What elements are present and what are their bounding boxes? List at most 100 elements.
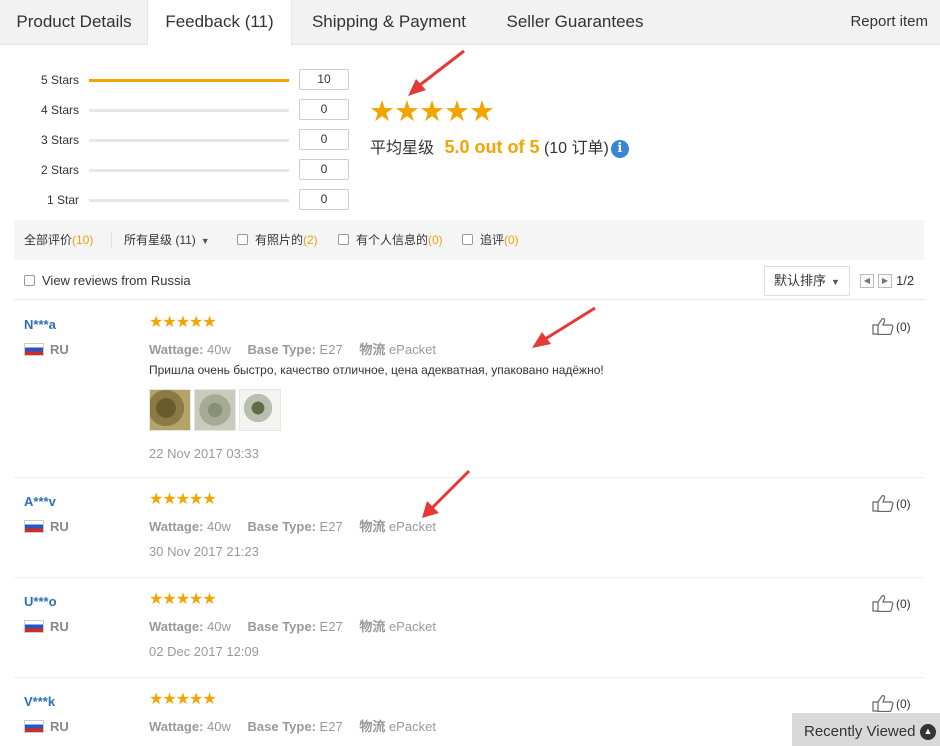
review-text: Пришла очень быстро, качество отличное, … [149, 363, 604, 377]
russia-label: View reviews from Russia [42, 273, 191, 288]
divider [111, 232, 112, 248]
attr-value: E27 [319, 519, 343, 534]
prev-page-button[interactable]: ◀ [860, 274, 874, 288]
reviewer-name[interactable]: V***k [24, 694, 55, 709]
helpful-count: (0) [896, 597, 911, 611]
next-page-button[interactable]: ▶ [878, 274, 892, 288]
attr-label: Base Type: [247, 342, 316, 357]
sort-dropdown[interactable]: 默认排序 ▼ [764, 266, 850, 296]
review-photo[interactable] [239, 389, 281, 431]
attr-value: E27 [319, 719, 343, 734]
histogram-count: 0 [299, 159, 349, 180]
filter-followup-count: (0) [504, 233, 519, 247]
average-rating: 平均星级 5.0 out of 5 (10 订单) i [370, 136, 629, 160]
attr-label: Base Type: [247, 619, 316, 634]
filter-followup-label: 追评 [480, 233, 505, 247]
filter-all-label: 全部评价 [24, 233, 73, 247]
review-photos [149, 389, 284, 431]
tab-seller-guarantees[interactable]: Seller Guarantees [485, 0, 665, 45]
reviewer-country: RU [24, 620, 69, 634]
average-stars: ★★★★★ [369, 96, 495, 128]
attr-label: 物流 [359, 342, 386, 357]
country-code: RU [50, 719, 69, 734]
histogram-bar [89, 199, 289, 202]
filter-photos-count: (2) [303, 233, 318, 247]
helpful-button[interactable]: (0) [872, 594, 911, 612]
country-code: RU [50, 519, 69, 534]
attr-value: ePacket [388, 719, 436, 734]
checkbox[interactable] [462, 234, 473, 245]
filter-star-dropdown[interactable]: 所有星级 (11) ▼ [124, 220, 210, 261]
histogram-bar [89, 169, 289, 172]
reviewer-country: RU [24, 520, 69, 534]
filter-with-photos[interactable]: 有照片的(2) [237, 220, 318, 260]
review-photo[interactable] [149, 389, 191, 431]
review-date: 22 Nov 2017 03:33 [149, 446, 259, 461]
attr-label: 物流 [359, 719, 386, 734]
recently-viewed-panel[interactable]: Recently Viewed ▲ [792, 713, 940, 746]
tab-product-details[interactable]: Product Details [0, 0, 148, 45]
filter-followup[interactable]: 追评(0) [462, 220, 519, 260]
order-count: (10 订单) [543, 140, 609, 157]
checkbox[interactable] [338, 234, 349, 245]
checkbox[interactable] [237, 234, 248, 245]
reviewer-name[interactable]: N***a [24, 317, 56, 332]
review-item: N***a RU ★★★★★ Wattage: 40w Base Type: E… [14, 301, 924, 478]
review-photo[interactable] [194, 389, 236, 431]
helpful-count: (0) [896, 320, 911, 334]
helpful-count: (0) [896, 497, 911, 511]
filter-personal-info[interactable]: 有个人信息的(0) [338, 220, 443, 260]
attr-value: 40w [207, 519, 231, 534]
attr-value: ePacket [388, 619, 436, 634]
filter-all-count: (10) [72, 233, 94, 247]
helpful-button[interactable]: (0) [872, 694, 911, 712]
thumbs-up-icon [872, 595, 894, 612]
attr-value: ePacket [388, 519, 436, 534]
russia-flag-icon [24, 620, 44, 633]
tab-shipping-payment[interactable]: Shipping & Payment [293, 0, 485, 45]
thumbs-up-icon [872, 495, 894, 512]
info-icon[interactable]: i [610, 140, 629, 158]
country-code: RU [50, 619, 69, 634]
attr-value: E27 [319, 342, 343, 357]
review-attributes: Wattage: 40w Base Type: E27 物流 ePacket [149, 616, 449, 635]
checkbox[interactable] [24, 275, 35, 286]
histogram-label: 1 Star [46, 193, 79, 207]
reviewer-name[interactable]: A***v [24, 494, 56, 509]
histogram-bar [89, 139, 289, 142]
chevron-up-icon[interactable]: ▲ [920, 724, 936, 740]
review-item: V***k RU ★★★★★ Wattage: 40w Base Type: E… [14, 678, 924, 746]
histogram-bar [89, 79, 289, 82]
average-label: 平均星级 [370, 140, 435, 157]
histogram-count: 0 [299, 129, 349, 150]
filter-personal-count: (0) [428, 233, 443, 247]
review-stars: ★★★★★ [149, 591, 217, 608]
review-item: U***o RU ★★★★★ Wattage: 40w Base Type: E… [14, 578, 924, 678]
filter-bar: 全部评价(10) 所有星级 (11) ▼ 有照片的(2) 有个人信息的(0) 追评… [14, 220, 924, 260]
tab-feedback[interactable]: Feedback (11) [147, 0, 292, 46]
attr-label: Wattage: [149, 519, 204, 534]
attr-value: 40w [207, 719, 231, 734]
helpful-button[interactable]: (0) [872, 317, 911, 335]
country-code: RU [50, 342, 69, 357]
review-attributes: Wattage: 40w Base Type: E27 物流 ePacket [149, 339, 449, 358]
histogram-label: 3 Stars [40, 133, 79, 147]
russia-reviews-toggle[interactable]: View reviews from Russia [24, 262, 191, 300]
russia-flag-icon [24, 520, 44, 533]
report-item-link[interactable]: Report item [850, 0, 928, 44]
reviewer-country: RU [24, 343, 69, 357]
histogram-count: 0 [299, 99, 349, 120]
sort-row: View reviews from Russia 默认排序 ▼ ◀ ▶ 1/2 [14, 262, 924, 300]
filter-star-label: 所有星级 (11) [124, 233, 196, 247]
review-attributes: Wattage: 40w Base Type: E27 物流 ePacket [149, 516, 449, 535]
helpful-button[interactable]: (0) [872, 494, 911, 512]
filter-all-reviews[interactable]: 全部评价(10) [24, 220, 93, 260]
attr-label: Base Type: [247, 719, 316, 734]
attr-label: Wattage: [149, 342, 204, 357]
thumbs-up-icon [872, 318, 894, 335]
filter-photos-label: 有照片的 [255, 233, 304, 247]
histogram-count: 0 [299, 189, 349, 210]
reviewer-name[interactable]: U***o [24, 594, 57, 609]
attr-label: Wattage: [149, 719, 204, 734]
attr-value: 40w [207, 342, 231, 357]
